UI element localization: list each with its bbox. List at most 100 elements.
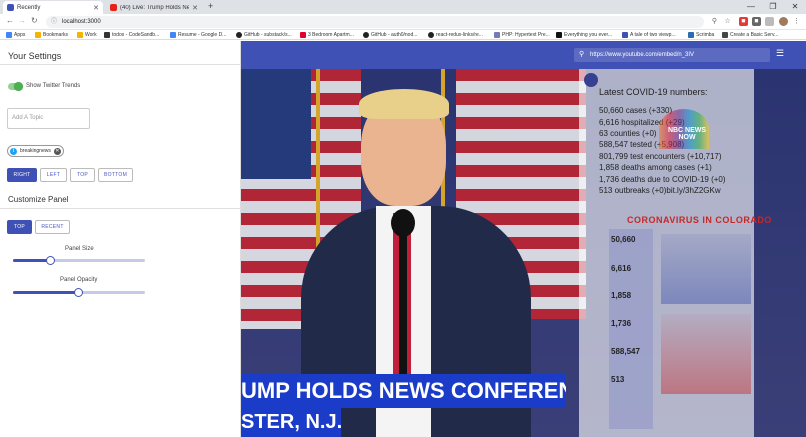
panel-recent-button[interactable]: RECENT	[35, 220, 70, 234]
address-bar[interactable]: ⓘ localhost:3000	[46, 16, 704, 28]
slider-thumb[interactable]	[46, 256, 55, 265]
app-favicon-icon	[7, 4, 14, 11]
bookmark-item[interactable]: Create a Basic Serv...	[722, 31, 778, 39]
minimize-button[interactable]: —	[740, 0, 762, 14]
hamburger-icon[interactable]: ☰	[776, 48, 784, 59]
github-icon	[428, 32, 434, 38]
bookmark-item[interactable]: Everything you ever...	[556, 31, 612, 39]
stat-value: 1,736	[611, 319, 632, 328]
close-tab-icon[interactable]: ✕	[192, 4, 198, 12]
embed-url-field[interactable]: ⚲ https://www.youtube.com/embed/n_3IV	[574, 48, 770, 62]
tab-recently[interactable]: Recently ✕	[3, 1, 103, 14]
folder-icon	[77, 32, 83, 38]
google-docs-icon	[170, 32, 176, 38]
search-icon: ⚲	[579, 51, 585, 58]
position-right-button[interactable]: RIGHT	[7, 168, 37, 182]
close-window-button[interactable]: ✕	[784, 0, 806, 14]
maximize-button[interactable]: ❐	[762, 0, 784, 14]
microphone-stand	[399, 231, 407, 381]
article-icon	[622, 32, 628, 38]
extension-icon[interactable]: ◼	[739, 17, 748, 26]
bookmarks-bar: Apps Bookmarks Work todos - CodeSandb...…	[0, 30, 806, 40]
customize-panel-title: Customize Panel	[8, 195, 69, 204]
tweet-line: 513 outbreaks (+0)bit.ly/3hZ2GKw	[599, 186, 721, 195]
bookmark-item[interactable]: GitHub - auth0/nod...	[363, 31, 417, 39]
bookmark-item[interactable]: GitHub - substack/s...	[236, 31, 292, 39]
twitter-icon: t	[10, 147, 17, 155]
php-icon	[494, 32, 500, 38]
divider	[0, 64, 241, 65]
tab-youtube-live[interactable]: (40) Live: Trump Holds News Co... ✕	[106, 1, 202, 14]
bookmark-item[interactable]: 3 Bedroom Apartm...	[300, 31, 354, 39]
stat-value: 6,616	[611, 264, 632, 273]
stat-value: 1,858	[611, 291, 632, 300]
tweet-line: 801,799 test encounters (+10,717)	[599, 152, 722, 161]
cases-chart-thumbnail	[661, 234, 751, 304]
tweet-line: 1,858 deaths among cases (+1)	[599, 163, 712, 172]
slider-fill	[13, 259, 50, 262]
chip-label: breakingnews	[20, 148, 51, 154]
apps-grid-icon	[6, 32, 12, 38]
close-tab-icon[interactable]: ✕	[93, 4, 99, 12]
site-info-icon[interactable]: ⓘ	[51, 16, 57, 28]
settings-panel: Your Settings Show Twitter Trends Add A …	[0, 41, 241, 437]
stat-value: 588,547	[611, 347, 640, 356]
star-icon[interactable]: ☆	[723, 17, 732, 26]
toggle-thumb[interactable]	[14, 82, 23, 91]
position-bottom-button[interactable]: BOTTOM	[98, 168, 133, 182]
new-tab-button[interactable]: +	[208, 1, 213, 11]
video-embed[interactable]: ⚲ https://www.youtube.com/embed/n_3IV ☰ …	[241, 41, 806, 437]
toggle-label: Show Twitter Trends	[26, 83, 81, 89]
stat-value: 513	[611, 375, 625, 384]
browser-toolbar: ← → ↻ ⓘ localhost:3000 ⚲ ☆ ◼ ◼ ⋮	[0, 14, 806, 30]
panel-top-button[interactable]: TOP	[7, 220, 32, 234]
divider	[0, 208, 241, 209]
add-topic-input[interactable]: Add A Topic	[7, 108, 90, 129]
bookmark-item[interactable]: Resume - Google D...	[170, 31, 226, 39]
more-menu-icon[interactable]: ⋮	[792, 17, 801, 26]
github-icon	[363, 32, 369, 38]
tweet-line: 1,736 deaths due to COVID-19 (+0)	[599, 175, 726, 184]
speaker-hair	[359, 89, 449, 119]
bookmark-folder[interactable]: Work	[77, 31, 97, 39]
panel-opacity-label: Panel Opacity	[60, 277, 98, 283]
chip-remove-icon[interactable]: ✕	[53, 147, 61, 155]
position-left-button[interactable]: LEFT	[40, 168, 67, 182]
back-arrow-icon[interactable]: ←	[6, 16, 14, 25]
tab-label: Recently	[17, 4, 41, 11]
news-chyron-headline: UMP HOLDS NEWS CONFERENCE	[241, 374, 566, 408]
bookmark-item[interactable]: todos - CodeSandb...	[104, 31, 159, 39]
extension-icon[interactable]: ◼	[752, 17, 761, 26]
zoom-icon[interactable]: ⚲	[710, 17, 719, 26]
forward-arrow-icon[interactable]: →	[18, 16, 26, 25]
tab-label: (40) Live: Trump Holds News Co...	[120, 4, 190, 11]
bookmark-item[interactable]: PHP: Hypertext Pre...	[494, 31, 550, 39]
bookmark-item[interactable]: A tale of two viewp...	[622, 31, 676, 39]
deaths-chart-thumbnail	[661, 314, 751, 394]
embed-url-text: https://www.youtube.com/embed/n_3IV	[590, 52, 695, 58]
codesandbox-icon	[104, 32, 110, 38]
avatar[interactable]	[779, 17, 788, 26]
bookmark-item[interactable]: Apps	[6, 31, 25, 39]
stat-value: 50,660	[611, 235, 636, 244]
scrimba-icon	[688, 32, 694, 38]
flag-canton	[241, 69, 311, 179]
bookmark-item[interactable]: react-redux-links/re...	[428, 31, 483, 39]
app-header: ⚲ https://www.youtube.com/embed/n_3IV ☰	[241, 41, 806, 69]
nbc-news-now-logo: NBC NEWS NOW	[667, 127, 707, 141]
position-top-button[interactable]: TOP	[70, 168, 95, 182]
url-text: localhost:3000	[62, 19, 101, 25]
topic-chip[interactable]: t breakingnews ✕	[7, 145, 64, 157]
reload-icon[interactable]: ↻	[31, 16, 38, 25]
flagpole	[316, 69, 320, 269]
star-bookmark-icon	[35, 32, 41, 38]
slider-thumb[interactable]	[74, 288, 83, 297]
twitter-trends-panel[interactable]: Latest COVID-19 numbers: 50,660 cases (+…	[579, 69, 771, 437]
youtube-favicon-icon	[110, 4, 117, 11]
panel-size-label: Panel Size	[65, 246, 94, 252]
avatar	[584, 73, 598, 87]
extension-icon[interactable]	[765, 17, 774, 26]
bookmark-item[interactable]: Scrimba	[688, 31, 714, 39]
medium-icon	[556, 32, 562, 38]
bookmark-item[interactable]: Bookmarks	[35, 31, 68, 39]
